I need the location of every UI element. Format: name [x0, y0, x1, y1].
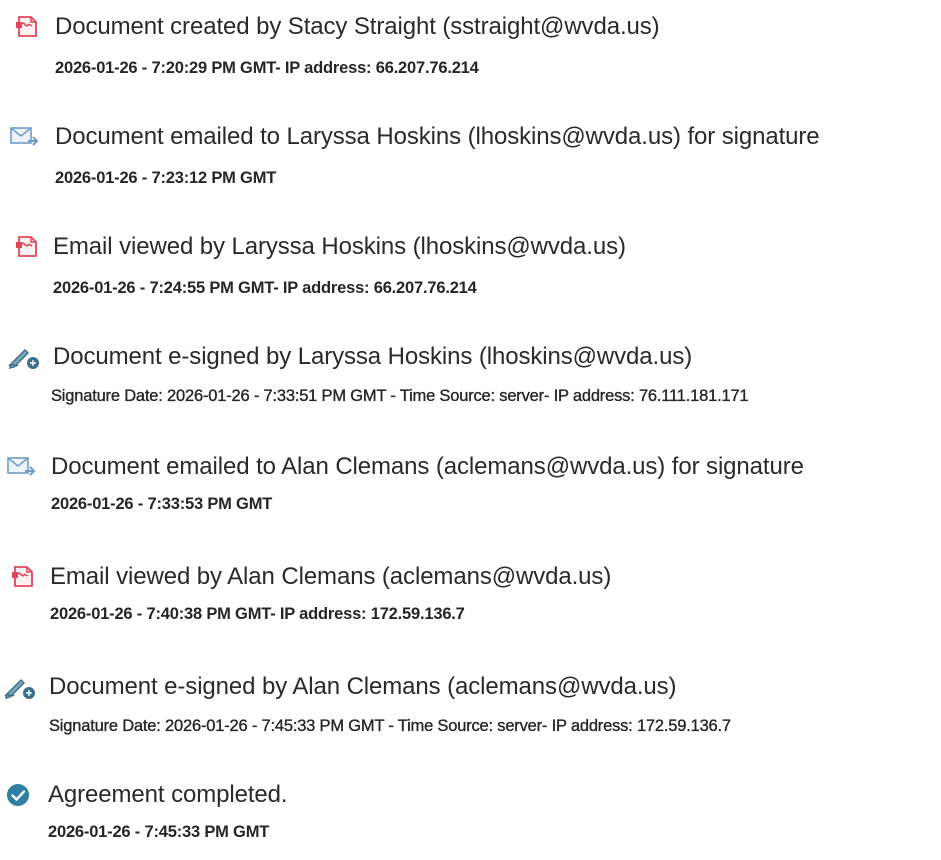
audit-event-document-created: Document created by Stacy Straight (sstr… [0, 12, 941, 92]
event-detail: 2026-01-26 - 7:40:38 PM GMT- IP address:… [50, 605, 465, 623]
document-icon [12, 232, 42, 262]
check-circle-icon [4, 780, 34, 810]
event-title: Document emailed to Alan Clemans (aclema… [51, 453, 804, 480]
event-title: Document e-signed by Laryssa Hoskins (lh… [53, 343, 693, 370]
document-icon [8, 562, 38, 592]
audit-event-e-signed: Document e-signed by Alan Clemans (aclem… [0, 672, 941, 752]
audit-event-agreement-completed: Agreement completed. 2026-01-26 - 7:45:3… [0, 780, 941, 860]
event-detail: Signature Date: 2026-01-26 - 7:33:51 PM … [51, 387, 749, 405]
e-sign-pen-icon [2, 672, 35, 702]
audit-event-e-signed: Document e-signed by Laryssa Hoskins (lh… [0, 342, 941, 422]
email-sent-icon [8, 122, 39, 152]
event-title: Agreement completed. [48, 781, 288, 808]
event-title: Document e-signed by Alan Clemans (aclem… [49, 673, 677, 700]
event-detail: 2026-01-26 - 7:24:55 PM GMT- IP address:… [53, 279, 477, 297]
event-detail: 2026-01-26 - 7:20:29 PM GMT- IP address:… [55, 59, 479, 77]
email-sent-icon [5, 452, 36, 482]
event-title: Document created by Stacy Straight (sstr… [55, 13, 660, 40]
event-detail: Signature Date: 2026-01-26 - 7:45:33 PM … [49, 717, 731, 735]
audit-event-emailed: Document emailed to Laryssa Hoskins (lho… [0, 122, 941, 202]
event-title: Email viewed by Alan Clemans (aclemans@w… [50, 563, 612, 590]
audit-event-emailed: Document emailed to Alan Clemans (aclema… [0, 452, 941, 532]
event-detail: 2026-01-26 - 7:33:53 PM GMT [51, 495, 273, 513]
event-detail: 2026-01-26 - 7:23:12 PM GMT [55, 169, 277, 187]
e-sign-pen-icon [6, 342, 39, 372]
audit-event-email-viewed: Email viewed by Alan Clemans (aclemans@w… [0, 562, 941, 642]
event-title: Document emailed to Laryssa Hoskins (lho… [55, 123, 820, 150]
event-title: Email viewed by Laryssa Hoskins (lhoskin… [53, 233, 626, 260]
audit-event-email-viewed: Email viewed by Laryssa Hoskins (lhoskin… [0, 232, 941, 312]
document-icon [12, 12, 42, 42]
event-detail: 2026-01-26 - 7:45:33 PM GMT [48, 823, 270, 841]
